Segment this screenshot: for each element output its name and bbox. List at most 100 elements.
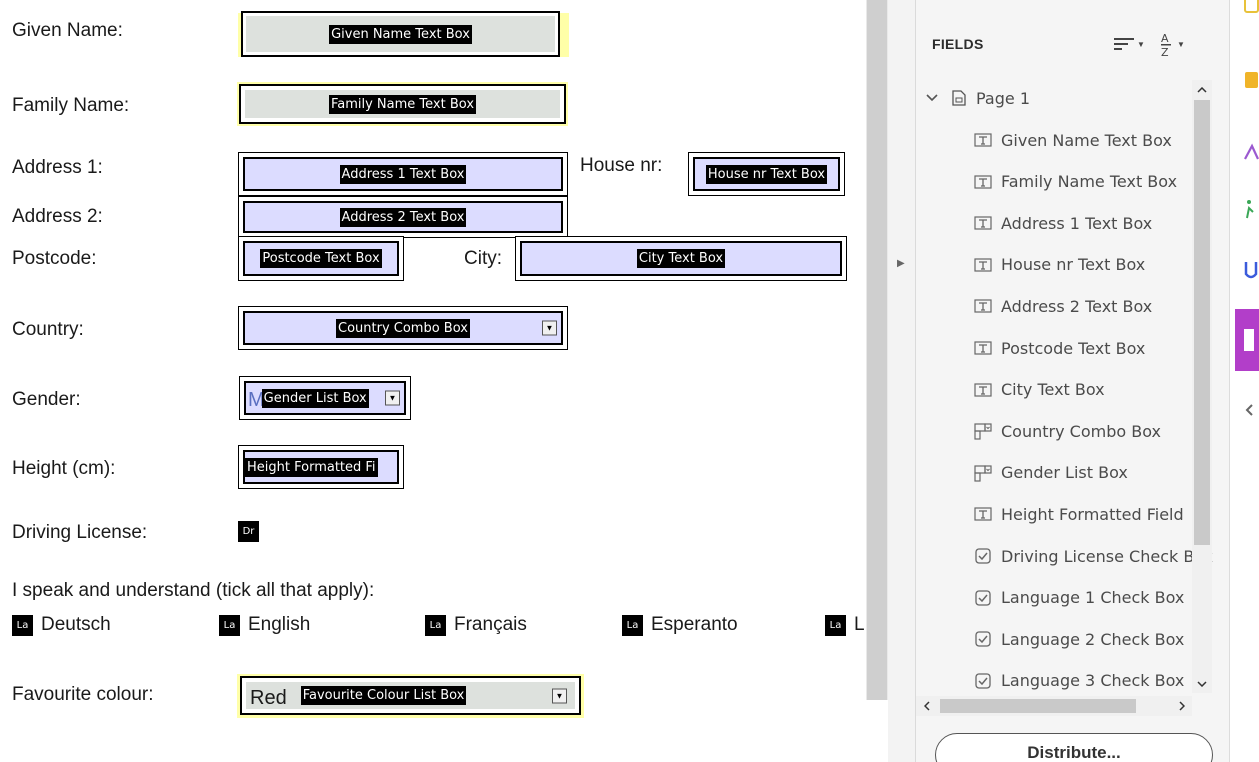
send-tool-icon[interactable] <box>1244 198 1259 220</box>
house-nr-tag: House nr Text Box <box>705 164 828 184</box>
gender-list[interactable]: M Gender List Box ▼ <box>239 376 411 420</box>
tree-field-item[interactable]: Given Name Text Box <box>972 120 1172 160</box>
tree-field-item[interactable]: Address 1 Text Box <box>972 203 1152 243</box>
svg-text:A: A <box>1161 32 1169 45</box>
expand-panel-icon[interactable]: ▶ <box>897 258 905 269</box>
tree-field-item[interactable]: Family Name Text Box <box>972 162 1177 202</box>
tree-field-item[interactable]: Postcode Text Box <box>972 328 1145 368</box>
house-nr-label: House nr: <box>580 155 663 176</box>
height-tag: Height Formatted Fi <box>245 457 378 477</box>
text-field-icon <box>972 171 994 193</box>
tree-field-item[interactable]: Language 3 Check Box <box>972 661 1184 696</box>
form-glyph-icon <box>1244 329 1254 351</box>
edit-tool-icon[interactable] <box>1244 70 1259 90</box>
family-name-field[interactable]: Family Name Text Box <box>239 84 566 124</box>
text-field-icon <box>972 295 994 317</box>
language-label: English <box>248 614 311 635</box>
fields-vertical-scroll-thumb[interactable] <box>1194 100 1210 545</box>
checkbox-icon <box>972 545 994 567</box>
text-field-icon <box>974 382 992 397</box>
address2-label: Address 2: <box>12 206 103 227</box>
export-tool-icon[interactable] <box>1244 0 1259 14</box>
fill-sign-tool-icon[interactable] <box>1244 143 1259 163</box>
checkbox-icon <box>972 670 994 692</box>
form-canvas: Given Name: Given Name Text Box Family N… <box>0 0 866 762</box>
fields-horizontal-scroll-thumb[interactable] <box>940 699 1136 713</box>
given-name-field[interactable]: Given Name Text Box <box>241 11 560 57</box>
given-name-label: Given Name: <box>12 20 123 41</box>
scroll-left-icon[interactable] <box>919 698 935 714</box>
language-checkbox[interactable]: La <box>622 614 643 636</box>
given-name-tag: Given Name Text Box <box>329 24 472 44</box>
more-tools-icon[interactable] <box>1244 402 1259 418</box>
postcode-label: Postcode: <box>12 248 97 269</box>
height-field[interactable]: Height Formatted Fi <box>238 445 404 489</box>
language-esperanto[interactable]: La Esperanto <box>622 613 738 637</box>
scroll-down-icon[interactable] <box>1193 676 1211 692</box>
tree-field-label: Address 2 Text Box <box>1001 296 1153 316</box>
prepare-form-tool-icon[interactable] <box>1235 309 1259 371</box>
tree-field-item[interactable]: Country Combo Box <box>972 411 1161 451</box>
chevron-down-icon[interactable] <box>926 91 938 105</box>
tree-field-label: City Text Box <box>1001 380 1105 400</box>
chevron-down-icon: ▼ <box>1177 39 1185 49</box>
tree-field-item[interactable]: Language 1 Check Box <box>972 578 1184 618</box>
tree-field-item[interactable]: Address 2 Text Box <box>972 286 1152 326</box>
house-nr-field[interactable]: House nr Text Box <box>688 152 845 196</box>
text-field-icon <box>972 337 994 359</box>
document-scroll-thumb[interactable] <box>867 0 887 700</box>
country-combo[interactable]: Country Combo Box ▼ <box>238 306 568 350</box>
gender-label: Gender: <box>12 389 81 410</box>
tree-field-item[interactable]: City Text Box <box>972 370 1105 410</box>
country-dropdown-icon[interactable]: ▼ <box>542 320 557 336</box>
tree-field-item[interactable]: House nr Text Box <box>972 245 1145 285</box>
sort-az-icon: A Z <box>1161 32 1171 57</box>
favourite-colour-value: Red <box>250 687 287 709</box>
postcode-field[interactable]: Postcode Text Box <box>238 236 404 281</box>
language-checkbox[interactable]: La <box>425 614 446 636</box>
driving-license-label: Driving License: <box>12 522 148 543</box>
tree-field-label: Postcode Text Box <box>1001 338 1146 358</box>
favourite-colour-list[interactable]: Red Favourite Colour List Box ▼ <box>240 676 581 715</box>
tree-field-item[interactable]: Height Formatted Field <box>972 494 1184 534</box>
country-tag: Country Combo Box <box>336 318 470 338</box>
language-label: Deutsch <box>41 614 111 635</box>
combo-box-icon <box>972 420 994 442</box>
address2-field[interactable]: Address 2 Text Box <box>238 196 568 238</box>
language-francais[interactable]: La Français <box>425 613 527 637</box>
driving-license-checkbox[interactable]: Dr <box>238 521 259 542</box>
address1-field[interactable]: Address 1 Text Box <box>238 152 568 196</box>
checkbox-icon <box>975 589 991 606</box>
gender-dropdown-icon[interactable]: ▼ <box>385 390 400 406</box>
language-checkbox[interactable]: La <box>825 614 846 636</box>
text-field-icon <box>972 212 994 234</box>
text-field-icon <box>974 133 992 147</box>
sort-order-button[interactable]: ▼ <box>1114 30 1154 58</box>
scroll-up-icon[interactable] <box>1193 82 1211 98</box>
language-fifth[interactable]: La L <box>825 613 865 637</box>
checkbox-icon <box>975 673 991 689</box>
tree-page-label: Page 1 <box>976 88 1030 108</box>
favourite-colour-dropdown-icon[interactable]: ▼ <box>552 688 567 703</box>
text-field-icon <box>972 129 994 151</box>
tree-page-node[interactable]: Page 1 <box>926 80 1030 118</box>
language-deutsch[interactable]: La Deutsch <box>12 613 111 637</box>
tree-field-item[interactable]: Driving License Check Box <box>972 536 1213 576</box>
tools-rail <box>1229 0 1259 762</box>
text-field-icon <box>972 379 994 401</box>
language-english[interactable]: La English <box>219 613 310 637</box>
city-field[interactable]: City Text Box <box>515 236 847 281</box>
language-checkbox[interactable]: La <box>219 614 240 636</box>
sort-alphabetical-button[interactable]: A Z ▼ <box>1158 30 1198 58</box>
scroll-right-icon[interactable] <box>1174 698 1190 714</box>
protect-tool-icon[interactable] <box>1244 260 1259 284</box>
address2-tag: Address 2 Text Box <box>339 207 467 227</box>
city-label: City: <box>464 248 502 269</box>
tree-field-item[interactable]: Gender List Box <box>972 453 1128 493</box>
text-field-icon <box>974 216 992 230</box>
tree-field-label: House nr Text Box <box>1001 255 1146 275</box>
language-checkbox[interactable]: La <box>12 614 33 636</box>
tree-field-item[interactable]: Language 2 Check Box <box>972 619 1184 659</box>
distribute-button[interactable]: Distribute... <box>935 733 1213 762</box>
address1-tag: Address 1 Text Box <box>339 164 467 184</box>
